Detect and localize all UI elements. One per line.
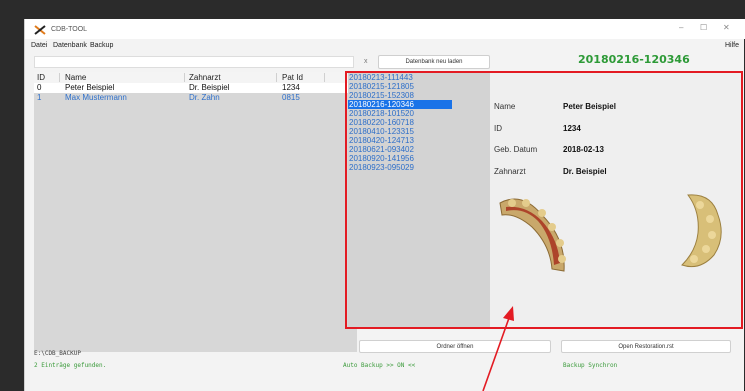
window-title: CDB-TOOL	[51, 25, 88, 33]
minimize-button[interactable]: –	[679, 23, 683, 32]
selected-record-id: 20180216-120346	[578, 53, 690, 66]
column-header-zahnarzt[interactable]: Zahnarzt	[189, 73, 221, 82]
cell-name: Peter Beispiel	[65, 83, 115, 92]
title-bar: CDB-TOOL – ☐ ✕	[25, 19, 745, 39]
table-row[interactable]: 1 Max Mustermann Dr. Zahn 0815	[34, 93, 357, 103]
table-header: ID Name Zahnarzt Pat Id	[34, 72, 357, 83]
menu-bar: Datei Datenbank Backup Hilfe	[25, 39, 745, 53]
maximize-button[interactable]: ☐	[700, 23, 707, 32]
close-button[interactable]: ✕	[723, 23, 730, 32]
search-input[interactable]	[34, 56, 354, 68]
cell-pat-id: 1234	[282, 83, 300, 92]
column-header-pat-id[interactable]: Pat Id	[282, 73, 303, 82]
scissors-app-icon	[33, 23, 47, 35]
column-divider	[324, 73, 325, 82]
backup-path-label: E:\CDB_BACKUP	[34, 350, 81, 357]
cell-id: 1	[37, 93, 42, 102]
column-divider	[59, 73, 60, 82]
auto-backup-status: Auto Backup >> ON <<	[343, 362, 416, 369]
clear-search-button[interactable]: x	[364, 58, 368, 65]
column-divider	[184, 73, 185, 82]
app-window: CDB-TOOL – ☐ ✕ Datei Datenbank Backup Hi…	[24, 19, 745, 391]
cell-name: Max Mustermann	[65, 93, 127, 102]
cell-pat-id: 0815	[282, 93, 300, 102]
menu-datenbank[interactable]: Datenbank	[53, 42, 87, 49]
column-header-id[interactable]: ID	[37, 73, 45, 82]
menu-backup[interactable]: Backup	[90, 42, 113, 49]
column-header-name[interactable]: Name	[65, 73, 86, 82]
cell-zahnarzt: Dr. Zahn	[189, 93, 220, 102]
entries-found-status: 2 Einträge gefunden.	[34, 362, 107, 369]
open-folder-button[interactable]: Ordner öffnen	[359, 340, 551, 353]
patient-table: ID Name Zahnarzt Pat Id 0 Peter Beispiel…	[34, 72, 357, 352]
menu-datei[interactable]: Datei	[31, 42, 47, 49]
cell-zahnarzt: Dr. Beispiel	[189, 83, 230, 92]
reload-database-button[interactable]: Datenbank neu laden	[378, 55, 490, 69]
table-row[interactable]: 0 Peter Beispiel Dr. Beispiel 1234	[34, 83, 357, 93]
cell-id: 0	[37, 83, 42, 92]
column-divider	[276, 73, 277, 82]
backup-sync-status: Backup Synchron	[563, 362, 618, 369]
highlight-annotation-frame	[345, 71, 743, 329]
open-restoration-button[interactable]: Open Restoration.rst	[561, 340, 731, 353]
menu-hilfe[interactable]: Hilfe	[725, 42, 739, 49]
